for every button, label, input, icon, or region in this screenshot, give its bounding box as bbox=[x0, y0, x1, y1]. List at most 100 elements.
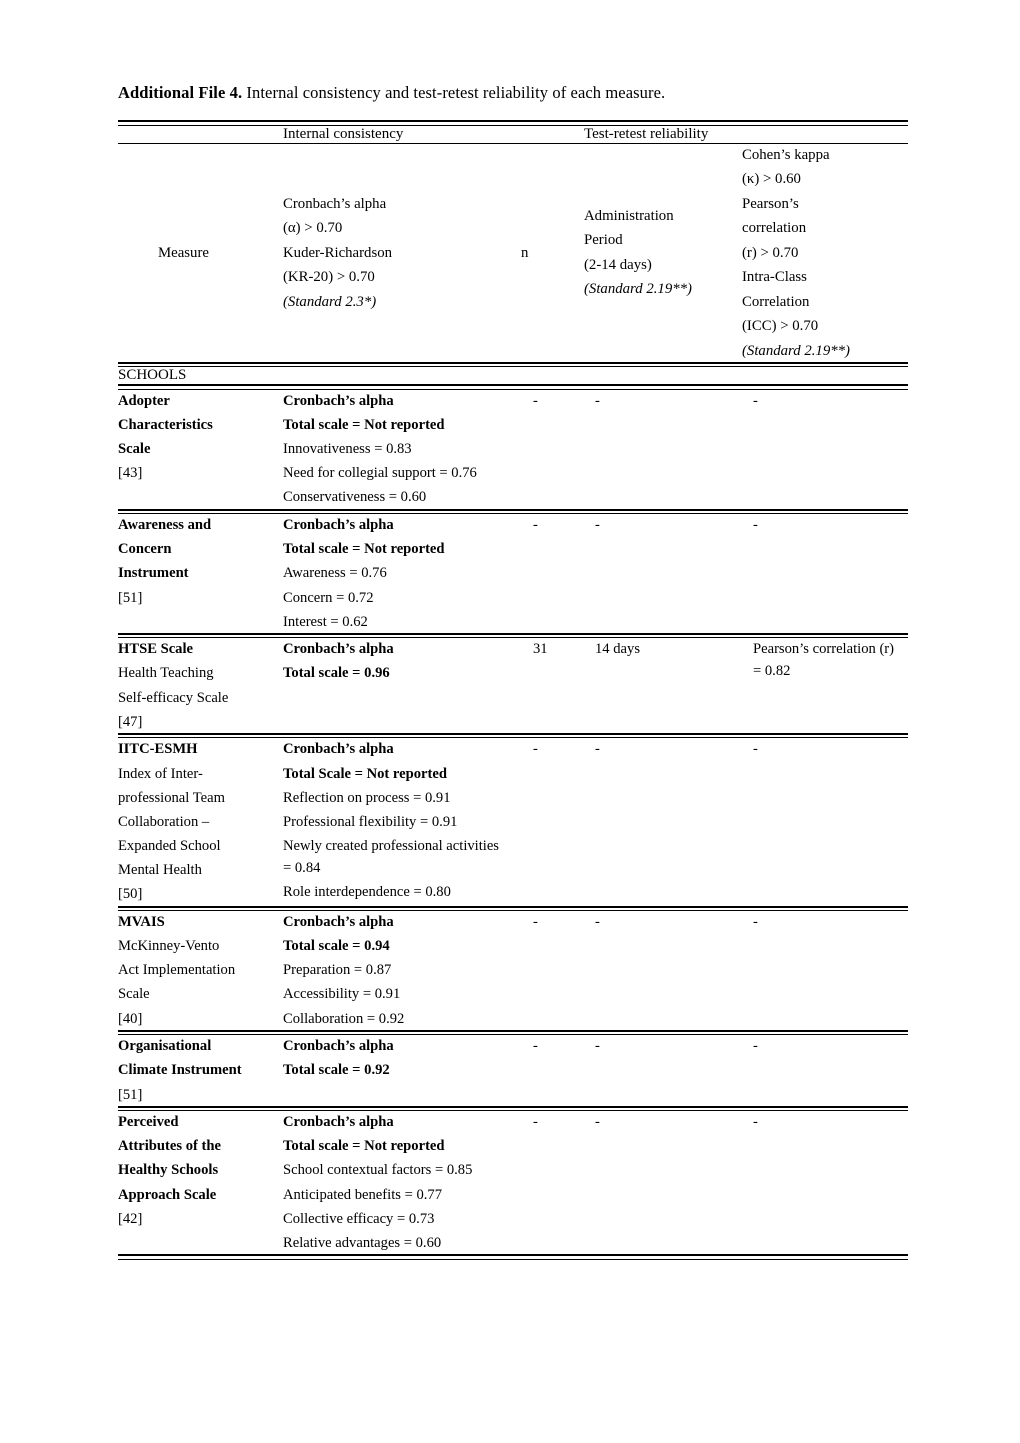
column-header-measure: Measure bbox=[158, 244, 209, 261]
alpha-subscale-line-1: Innovativeness = 0.83 bbox=[283, 441, 412, 458]
alpha-heading-line-1: Cronbach’s alpha bbox=[283, 1114, 394, 1131]
alpha-heading-line-1: Cronbach’s alpha bbox=[283, 517, 394, 534]
table-row: Adopter Characteristics Scale [43] Cronbach’… bbox=[118, 390, 908, 509]
measure-name-line-2: Climate Instrument bbox=[118, 1062, 242, 1079]
measure-subtitle-line-3: Collaboration – bbox=[118, 813, 210, 830]
measure-cell: Awareness and Concern Instrument [51] bbox=[118, 514, 283, 633]
alpha-subscale-line-1: Reflection on process = 0.91 bbox=[283, 789, 451, 806]
alpha-heading-line-2: Total scale = Not reported bbox=[283, 416, 445, 433]
sample-size-cell: - bbox=[533, 517, 538, 534]
row-separator-rule bbox=[118, 1254, 908, 1260]
cronbach-line-4: (KR-20) > 0.70 bbox=[283, 269, 375, 286]
measure-reference: [51] bbox=[118, 1086, 143, 1103]
measure-cell: Organisational Climate Instrument [51] bbox=[118, 1035, 283, 1106]
test-retest-line-1: Pearson’s correlation (r) = 0.82 bbox=[753, 641, 895, 680]
measure-name-line-1: Adopter bbox=[118, 392, 170, 409]
internal-consistency-cell: Cronbach’s alpha Total scale = Not report… bbox=[283, 390, 521, 509]
caption-rest: Internal consistency and test-retest rel… bbox=[242, 83, 666, 102]
group-header-measure-spacer bbox=[118, 126, 283, 143]
group-header-n-spacer bbox=[521, 126, 584, 143]
table-row: Organisational Climate Instrument [51] Cron… bbox=[118, 1035, 908, 1106]
alpha-heading-line-2: Total scale = 0.92 bbox=[283, 1062, 390, 1079]
sample-size-cell: 31 bbox=[533, 641, 548, 658]
alpha-subscale-line-2: Anticipated benefits = 0.77 bbox=[283, 1186, 442, 1203]
test-retest-cell: - bbox=[742, 738, 908, 905]
internal-consistency-cell: Cronbach’s alpha Total scale = 0.94 Prepar… bbox=[283, 911, 521, 1030]
measure-name-line-2: Characteristics bbox=[118, 416, 213, 433]
alpha-heading-line-2: Total scale = Not reported bbox=[283, 1138, 445, 1155]
measure-subtitle-line-3: Scale bbox=[118, 986, 150, 1003]
measure-cell: HTSE Scale Health Teaching Self-efficacy S… bbox=[118, 638, 283, 733]
measure-cell: IITC-ESMH Index of Inter-professional Tea… bbox=[118, 738, 283, 905]
retest-line-1: Cohen’s kappa bbox=[742, 146, 830, 163]
retest-line-6: Intra-Class bbox=[742, 269, 807, 286]
document-page: Additional File 4. Internal consistency … bbox=[0, 0, 1020, 1443]
section-row-schools: SCHOOLS bbox=[118, 367, 908, 384]
reliability-table: Internal consistency Test-retest reliabi… bbox=[118, 120, 908, 1260]
admin-line-1: Administration bbox=[584, 207, 674, 224]
administration-period-cell: 14 days bbox=[595, 641, 640, 658]
retest-line-7: Correlation bbox=[742, 293, 810, 310]
alpha-subscale-line-4: Role interdependence = 0.80 bbox=[283, 884, 451, 901]
test-retest-line-1: - bbox=[753, 392, 758, 409]
alpha-heading-line-2: Total scale = 0.96 bbox=[283, 665, 390, 682]
administration-period-cell: - bbox=[595, 1038, 600, 1055]
alpha-subscale-line-3: Interest = 0.62 bbox=[283, 613, 368, 630]
administration-period-cell: - bbox=[595, 517, 600, 534]
measure-reference: [40] bbox=[118, 1010, 143, 1027]
measure-subtitle-line-5: Mental Health bbox=[118, 862, 202, 879]
alpha-heading-line-1: Cronbach’s alpha bbox=[283, 1038, 394, 1055]
measure-subtitle-line-2: Self-efficacy Scale bbox=[118, 689, 229, 706]
internal-consistency-cell: Cronbach’s alpha Total Scale = Not report… bbox=[283, 738, 521, 905]
measure-name-line-1: MVAIS bbox=[118, 913, 165, 930]
admin-line-2: Period bbox=[584, 232, 623, 249]
test-retest-line-1: - bbox=[753, 913, 758, 930]
measure-subtitle-line-1: McKinney-Vento bbox=[118, 938, 220, 955]
measure-subtitle-line-1: Health Teaching bbox=[118, 665, 214, 682]
cronbach-line-2: (α) > 0.70 bbox=[283, 220, 343, 237]
sample-size-cell: - bbox=[533, 1038, 538, 1055]
alpha-heading-line-2: Total Scale = Not reported bbox=[283, 765, 447, 782]
retest-line-4: correlation bbox=[742, 220, 807, 237]
alpha-subscale-line-4: Relative advantages = 0.60 bbox=[283, 1234, 442, 1251]
cronbach-standard-note: (Standard 2.3*) bbox=[283, 293, 377, 310]
alpha-heading-line-1: Cronbach’s alpha bbox=[283, 392, 394, 409]
sample-size-cell: - bbox=[533, 1114, 538, 1131]
admin-line-3: (2-14 days) bbox=[584, 256, 652, 273]
column-header-n: n bbox=[521, 244, 529, 261]
alpha-subscale-line-1: Preparation = 0.87 bbox=[283, 962, 392, 979]
alpha-subscale-line-2: Accessibility = 0.91 bbox=[283, 986, 401, 1003]
retest-line-8: (ICC) > 0.70 bbox=[742, 318, 819, 335]
table-row: Awareness and Concern Instrument [51] Cronba… bbox=[118, 514, 908, 633]
test-retest-cell: - bbox=[742, 1035, 908, 1106]
internal-consistency-cell: Cronbach’s alpha Total scale = Not report… bbox=[283, 1111, 521, 1254]
test-retest-cell: - bbox=[742, 514, 908, 633]
alpha-subscale-line-2: Professional flexibility = 0.91 bbox=[283, 813, 458, 830]
measure-subtitle-line-2: Act Implementation bbox=[118, 962, 236, 979]
measure-cell: Adopter Characteristics Scale [43] bbox=[118, 390, 283, 509]
measure-cell: MVAIS McKinney-Vento Act Implementation Sca… bbox=[118, 911, 283, 1030]
test-retest-cell: - bbox=[742, 1111, 908, 1254]
table-row: MVAIS McKinney-Vento Act Implementation Sca… bbox=[118, 911, 908, 1030]
caption-lead: Additional File 4. bbox=[118, 83, 243, 102]
alpha-subscale-line-1: Awareness = 0.76 bbox=[283, 565, 387, 582]
administration-period-cell: - bbox=[595, 913, 600, 930]
measure-subtitle-line-1: Index of Inter- bbox=[118, 765, 203, 782]
measure-name-line-2: Concern bbox=[118, 541, 172, 558]
alpha-heading-line-1: Cronbach’s alpha bbox=[283, 913, 394, 930]
retest-line-3: Pearson’s bbox=[742, 195, 799, 212]
alpha-heading-line-1: Cronbach’s alpha bbox=[283, 641, 394, 658]
group-header-internal-consistency: Internal consistency bbox=[283, 125, 404, 142]
sample-size-cell: - bbox=[533, 913, 538, 930]
admin-standard-note: (Standard 2.19**) bbox=[584, 281, 692, 298]
column-header-administration-period: Administration Period (2-14 days) (Stand… bbox=[584, 144, 742, 362]
alpha-subscale-line-3: Conservativeness = 0.60 bbox=[283, 489, 427, 506]
section-label: SCHOOLS bbox=[118, 367, 187, 384]
measure-name-line-1: IITC-ESMH bbox=[118, 741, 198, 758]
alpha-subscale-line-3: Collective efficacy = 0.73 bbox=[283, 1210, 435, 1227]
internal-consistency-cell: Cronbach’s alpha Total scale = Not report… bbox=[283, 514, 521, 633]
alpha-subscale-line-3: Collaboration = 0.92 bbox=[283, 1010, 405, 1027]
measure-name-line-3: Healthy Schools bbox=[118, 1162, 219, 1179]
measure-subtitle-line-2: professional Team bbox=[118, 789, 225, 806]
measure-name-line-1: Organisational bbox=[118, 1038, 212, 1055]
